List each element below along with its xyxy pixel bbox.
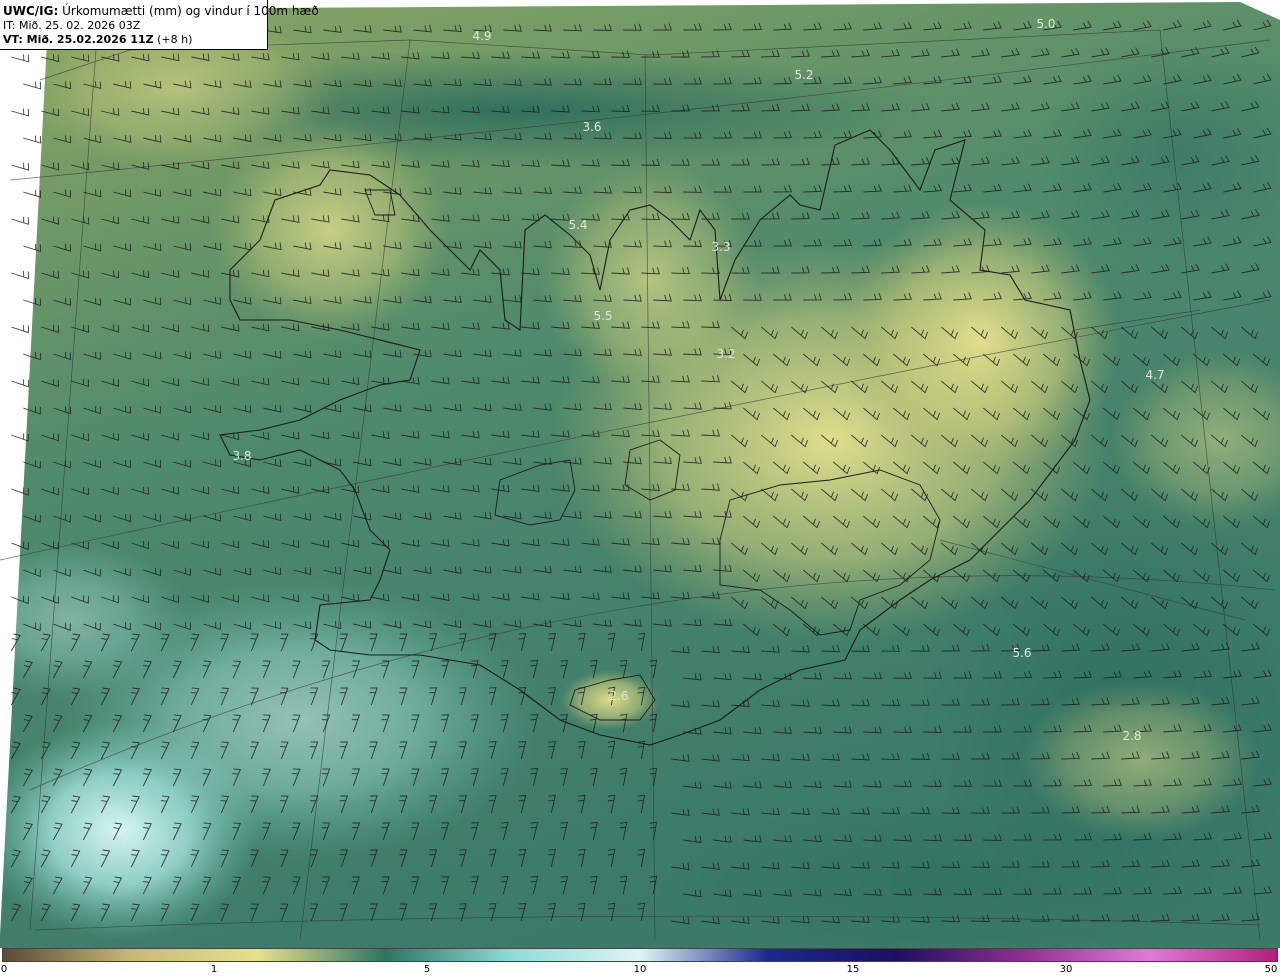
header-title-line: UWC/IG: Úrkomumætti (mm) og vindur í 100…	[3, 3, 319, 19]
value-label-3-8: 3.8	[232, 449, 251, 463]
colorbar-tick-0: 0	[0, 964, 8, 975]
precipitable-water-field	[0, 2, 1280, 948]
forecast-offset: (+8 h)	[157, 33, 193, 46]
value-label-10-6: 10.6	[97, 834, 124, 848]
value-label-2-6: 2.6	[609, 689, 628, 703]
value-label-5-6: 5.6	[1012, 646, 1031, 660]
colorbar-tick-5: 5	[423, 964, 431, 975]
init-time-line: IT: Mið. 25. 02. 2026 03Z	[3, 19, 264, 33]
field-title: Úrkomumætti (mm) og vindur í 100m hæð	[62, 4, 319, 18]
value-label-4-7: 4.7	[1145, 368, 1164, 382]
colorbar-gradient	[2, 948, 1278, 962]
value-label-5-0: 5.0	[1036, 17, 1055, 31]
colorbar-tick-10: 10	[633, 964, 647, 975]
value-label-5-5: 5.5	[593, 309, 612, 323]
colorbar: 0 1 5 10 15 30 50	[0, 948, 1280, 978]
weather-map[interactable]: 4.9 5.0 5.2 3.6 5.4 3.3 5.5 3.2 4.7 3.8 …	[0, 0, 1280, 948]
value-label-3-3: 3.3	[711, 240, 730, 254]
map-header: UWC/IG: Úrkomumætti (mm) og vindur í 100…	[0, 0, 319, 50]
init-label: IT:	[3, 19, 16, 32]
value-label-5-4: 5.4	[568, 218, 587, 232]
value-label-3-6: 3.6	[582, 120, 601, 134]
init-time: Mið. 25. 02. 2026 03Z	[18, 19, 141, 32]
value-label-3-2: 3.2	[716, 347, 735, 361]
colorbar-tick-1: 1	[210, 964, 218, 975]
value-label-5-2: 5.2	[794, 68, 813, 82]
value-label-2-8: 2.8	[1122, 729, 1141, 743]
value-label-4-9: 4.9	[472, 29, 491, 43]
colorbar-tick-30: 30	[1059, 964, 1073, 975]
model-name: UWC/IG:	[3, 4, 59, 18]
colorbar-tick-15: 15	[846, 964, 860, 975]
valid-time-line: VT: Mið. 25.02.2026 11Z (+8 h)	[3, 33, 264, 47]
valid-time: VT: Mið. 25.02.2026 11Z	[3, 33, 154, 46]
colorbar-tick-50: 50	[1264, 964, 1278, 975]
